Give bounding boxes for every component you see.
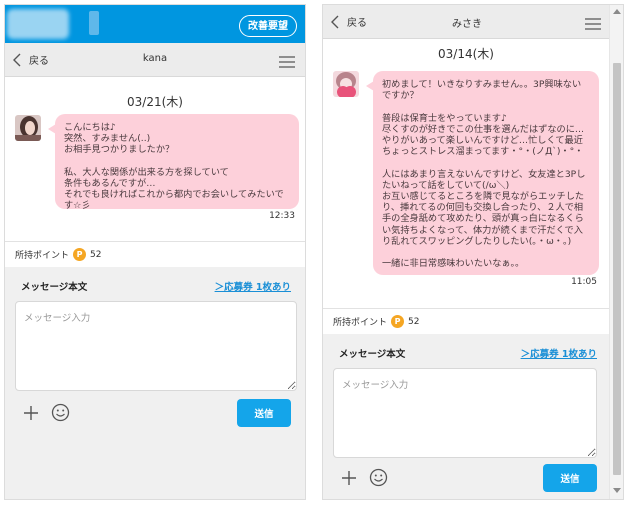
compose-panel: メッセージ本文 ＞応募券 1枚あり 送信 — [323, 334, 611, 499]
compose-label: メッセージ本文 — [339, 349, 406, 360]
scrollbar-thumb[interactable] — [613, 63, 621, 475]
message-bubble: 初めまして！いきなりすみません。。3P興味ないですか？ 普段は保育士をやっていま… — [366, 71, 599, 275]
scrollbar[interactable] — [609, 5, 623, 499]
emoji-icon — [51, 403, 70, 422]
points-row: 所持ポイント P 52 — [323, 308, 611, 334]
hamburger-menu-icon — [585, 18, 601, 30]
chat-navbar: 戻る kana — [5, 43, 305, 77]
plus-icon — [24, 406, 38, 420]
message-time: 12:33 — [269, 211, 295, 221]
emoji-button[interactable] — [51, 403, 70, 426]
message-input[interactable] — [333, 368, 597, 458]
chat-navbar: 戻る みさき — [323, 5, 611, 39]
plus-icon — [342, 471, 356, 485]
send-button[interactable]: 送信 — [543, 464, 597, 492]
scroll-down-icon[interactable] — [613, 488, 621, 493]
app-logo-mark — [89, 11, 99, 35]
coupon-link[interactable]: ＞応募券 1枚あり — [215, 279, 291, 293]
compose-label: メッセージ本文 — [21, 282, 88, 293]
compose-panel: メッセージ本文 ＞応募券 1枚あり 送信 — [5, 267, 305, 499]
app-logo — [7, 9, 69, 39]
points-value: 52 — [408, 316, 420, 327]
send-button[interactable]: 送信 — [237, 399, 291, 427]
chat-window-kana: 改善要望 戻る kana 03/21(木) こんにちは♪ 突然、すみません(..… — [4, 4, 306, 500]
attach-button[interactable] — [23, 405, 39, 425]
message-date: 03/21(木) — [127, 95, 183, 109]
menu-button[interactable] — [279, 53, 295, 72]
points-value: 52 — [90, 249, 102, 260]
chat-partner-name: kana — [142, 53, 168, 64]
hamburger-menu-icon — [279, 56, 295, 68]
message-bubble: こんにちは♪ 突然、すみません(..) お相手見つかりましたか？ 私、大人な関係… — [48, 114, 299, 211]
coin-icon: P — [73, 248, 87, 261]
chat-window-misaki: 戻る みさき 03/14(木) 初めまして！いきなりすみません。。3P興味ないで… — [322, 4, 624, 500]
message-time: 11:05 — [571, 277, 597, 287]
emoji-button[interactable] — [369, 468, 388, 491]
attach-button[interactable] — [341, 470, 357, 490]
app-header: 改善要望 — [5, 5, 305, 43]
emoji-icon — [369, 468, 388, 487]
scroll-up-icon[interactable] — [613, 9, 621, 14]
coin-icon: P — [391, 315, 405, 328]
improvement-request-button[interactable]: 改善要望 — [239, 15, 297, 37]
points-row: 所持ポイント P 52 — [5, 241, 305, 267]
menu-button[interactable] — [585, 15, 601, 34]
message-date: 03/14(木) — [438, 47, 494, 61]
message-input[interactable] — [15, 301, 297, 391]
points-label: 所持ポイント — [15, 251, 70, 261]
points-label: 所持ポイント — [333, 318, 388, 328]
avatar[interactable] — [15, 115, 41, 141]
chat-partner-name: みさき — [452, 19, 482, 30]
avatar[interactable] — [333, 71, 359, 97]
coupon-link[interactable]: ＞応募券 1枚あり — [521, 346, 597, 360]
